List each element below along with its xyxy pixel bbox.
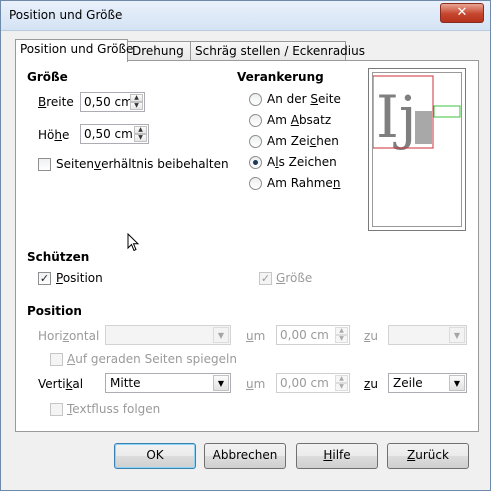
height-value: 0,50 cm	[84, 127, 133, 141]
tab-label: Schräg stellen / Eckenradius	[195, 44, 365, 58]
checkmark-icon: ✓	[260, 272, 271, 285]
anchor-option-label: Am Zeichen	[267, 134, 339, 148]
anchor-option-label: An der Seite	[267, 92, 341, 106]
spin-up-icon[interactable]: ▲	[335, 327, 348, 335]
anchor-option-label: Am Absatz	[267, 113, 332, 127]
height-spinbox[interactable]: 0,50 cm ▲ ▼	[80, 124, 149, 144]
mirror-checkbox[interactable]	[50, 353, 63, 366]
follow-text-label: Textfluss folgen	[67, 402, 161, 416]
horizontal-by-value: 0,00 cm	[280, 328, 329, 342]
horizontal-label: Horizontal	[38, 329, 100, 343]
radio-an-der-seite[interactable]	[249, 93, 262, 106]
chevron-down-icon: ▼	[449, 327, 465, 343]
anchor-option-label: Am Rahmen	[267, 176, 341, 190]
chevron-down-icon: ▼	[213, 375, 229, 391]
preview-page: Ij	[372, 72, 462, 227]
vertical-by-label: um	[246, 377, 266, 391]
horizontal-to-select[interactable]: ▼	[388, 325, 467, 345]
anchor-option-label: Als Zeichen	[267, 155, 337, 169]
horizontal-by-spinbox[interactable]: 0,00 cm ▲ ▼	[276, 325, 350, 345]
radio-am-absatz[interactable]	[249, 114, 262, 127]
help-button[interactable]: Hilfe	[296, 443, 378, 469]
preview-target	[433, 105, 461, 118]
back-button[interactable]: Zurück	[387, 443, 469, 469]
protect-position-label: Position	[56, 271, 103, 285]
tab-drehung[interactable]: Drehung	[127, 41, 191, 61]
cancel-button[interactable]: Abbrechen	[204, 443, 286, 469]
checkmark-icon: ✓	[39, 272, 50, 285]
position-heading: Position	[27, 304, 82, 318]
width-spinbox[interactable]: 0,50 cm ▲ ▼	[80, 92, 145, 112]
size-heading: Größe	[27, 70, 68, 84]
spin-up-icon[interactable]: ▲	[134, 126, 147, 134]
vertical-label: Vertikal	[38, 377, 84, 391]
vertical-to-value: Zeile	[393, 376, 423, 390]
vertical-to-label: zu	[364, 377, 378, 391]
tab-label: Position und Größe	[20, 42, 134, 56]
follow-text-checkbox[interactable]	[50, 403, 63, 416]
horizontal-to-label: zu	[364, 329, 378, 343]
protect-size-checkbox[interactable]: ✓	[259, 272, 272, 285]
mouse-pointer-icon	[127, 233, 140, 252]
preview-glyphs: Ij	[376, 83, 417, 151]
ok-button[interactable]: OK	[114, 443, 196, 469]
vertical-to-select[interactable]: Zeile ▼	[388, 373, 467, 393]
radio-als-zeichen[interactable]	[249, 156, 262, 169]
spin-up-icon[interactable]: ▲	[130, 94, 143, 102]
dialog-window: Position und Größe ✕ Position und Größe …	[0, 0, 491, 491]
mirror-label: Auf geraden Seiten spiegeln	[67, 352, 237, 366]
spin-down-icon[interactable]: ▼	[130, 102, 143, 110]
preview-graphic: Ij	[372, 75, 461, 151]
horizontal-by-label: um	[246, 329, 266, 343]
vertical-value: Mitte	[110, 376, 141, 390]
spin-up-icon[interactable]: ▲	[335, 375, 348, 383]
tab-label: Drehung	[132, 44, 184, 58]
preview-box: Ij	[368, 68, 466, 231]
vertical-by-spinbox[interactable]: 0,00 cm ▲ ▼	[276, 373, 350, 393]
height-label: Höhe	[38, 128, 70, 142]
keep-ratio-label: Seitenverhältnis beibehalten	[56, 157, 229, 171]
anchor-heading: Verankerung	[237, 70, 324, 84]
tab-schraeg-stellen[interactable]: Schräg stellen / Eckenradius	[190, 41, 365, 61]
chevron-down-icon: ▼	[449, 375, 465, 391]
width-value: 0,50 cm	[84, 95, 133, 109]
close-icon: ✕	[456, 5, 468, 20]
spin-down-icon[interactable]: ▼	[335, 383, 348, 391]
chevron-down-icon: ▼	[213, 327, 229, 343]
tab-position-und-groesse[interactable]: Position und Größe	[15, 39, 133, 62]
window-title: Position und Größe	[9, 8, 123, 22]
horizontal-select[interactable]: ▼	[105, 325, 231, 345]
protect-position-checkbox[interactable]: ✓	[38, 272, 51, 285]
preview-bar	[415, 111, 432, 144]
radio-am-rahmen[interactable]	[249, 177, 262, 190]
radio-selected-dot	[253, 160, 258, 165]
keep-ratio-checkbox[interactable]	[38, 158, 51, 171]
title-bar: Position und Größe ✕	[1, 1, 490, 31]
radio-am-zeichen[interactable]	[249, 135, 262, 148]
vertical-by-value: 0,00 cm	[280, 376, 329, 390]
protect-size-label: Größe	[276, 271, 313, 285]
protect-heading: Schützen	[27, 250, 90, 264]
close-button[interactable]: ✕	[440, 3, 484, 23]
spin-down-icon[interactable]: ▼	[335, 335, 348, 343]
spin-down-icon[interactable]: ▼	[134, 134, 147, 142]
vertical-select[interactable]: Mitte ▼	[105, 373, 231, 393]
width-label: Breite	[38, 95, 74, 109]
